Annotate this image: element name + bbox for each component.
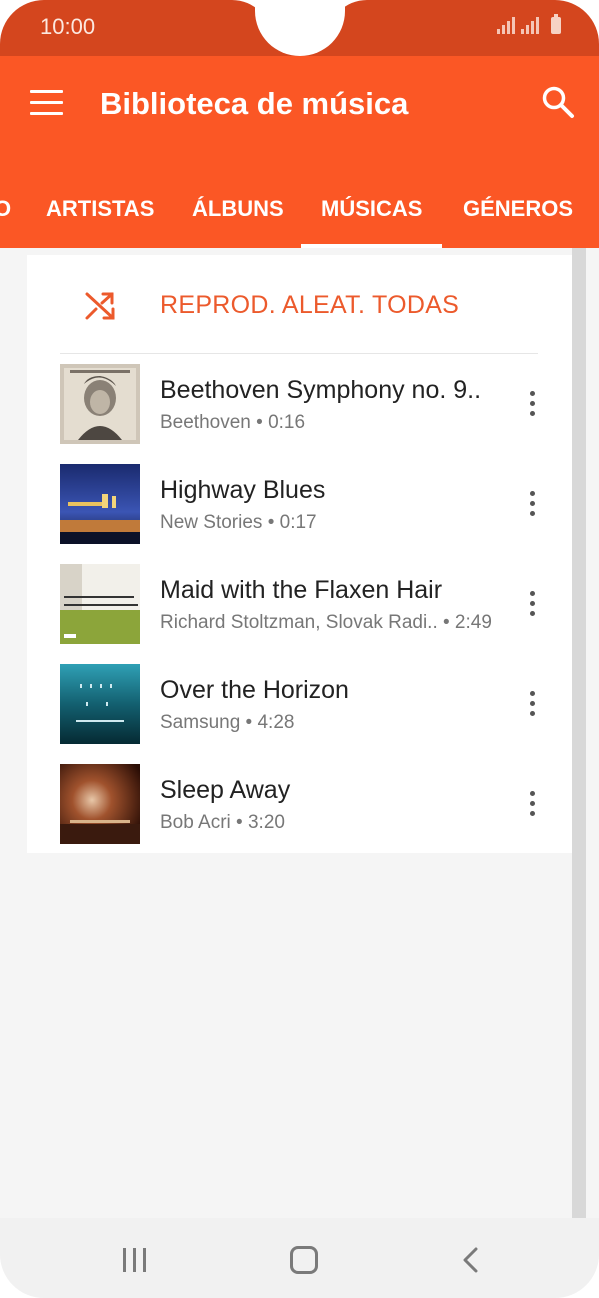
song-title: Maid with the Flaxen Hair	[160, 576, 443, 604]
shuffle-icon	[85, 292, 115, 320]
sleep-away-cover-icon	[60, 764, 140, 844]
song-subtitle: Richard Stoltzman, Slovak Radi.. • 2:49	[160, 612, 492, 633]
song-subtitle: New Stories • 0:17	[160, 512, 317, 533]
navigation-bar	[0, 1218, 599, 1298]
song-row[interactable]: Highway Blues New Stories • 0:17	[27, 454, 572, 554]
song-title: Over the Horizon	[160, 676, 349, 704]
status-time: 10:00	[40, 14, 96, 39]
search-icon[interactable]	[540, 84, 576, 120]
system-icons	[497, 14, 561, 34]
tab-generos[interactable]: GÉNEROS	[463, 196, 573, 222]
status-bar: 10:00	[0, 0, 599, 56]
tab-musicas[interactable]: MÚSICAS	[321, 196, 422, 222]
beethoven-portrait-icon	[60, 364, 140, 444]
song-row[interactable]: Sleep Away Bob Acri • 3:20	[27, 754, 572, 854]
more-options-icon[interactable]	[527, 691, 539, 717]
recent-apps-icon[interactable]	[123, 1248, 149, 1272]
more-options-icon[interactable]	[527, 591, 539, 617]
more-options-icon[interactable]	[527, 491, 539, 517]
song-title: Sleep Away	[160, 776, 291, 804]
more-options-icon[interactable]	[527, 391, 539, 417]
blue-night-cover-icon	[60, 464, 140, 544]
home-icon[interactable]	[290, 1246, 318, 1274]
tab-albuns[interactable]: ÁLBUNS	[192, 196, 284, 222]
shuffle-all-button[interactable]: REPROD. ALEAT. TODAS	[27, 255, 572, 353]
song-list: REPROD. ALEAT. TODAS Beethoven Symphony …	[27, 255, 572, 853]
tab-indicator	[301, 244, 442, 248]
back-icon[interactable]	[460, 1246, 480, 1274]
more-options-icon[interactable]	[527, 791, 539, 817]
song-subtitle: Beethoven • 0:16	[160, 412, 306, 433]
tab-artistas[interactable]: ARTISTAS	[46, 196, 154, 222]
song-subtitle: Bob Acri • 3:20	[160, 812, 285, 833]
song-title: Beethoven Symphony no. 9..	[160, 376, 482, 404]
shuffle-label: REPROD. ALEAT. TODAS	[160, 291, 460, 319]
song-subtitle: Samsung • 4:28	[160, 712, 295, 733]
over-the-horizon-cover-icon	[60, 664, 140, 744]
song-row[interactable]: Beethoven Symphony no. 9.. Beethoven • 0…	[27, 354, 572, 454]
page-title: Biblioteca de música	[100, 86, 409, 121]
scrollbar[interactable]	[572, 248, 586, 1218]
phone-screen: 10:00 Biblioteca de música O ARTISTAS ÁL…	[0, 0, 599, 1298]
battery-icon	[551, 14, 561, 34]
song-title: Highway Blues	[160, 476, 326, 504]
richard-stoltzman-cover-icon	[60, 564, 140, 644]
song-row[interactable]: Maid with the Flaxen Hair Richard Stoltz…	[27, 554, 572, 654]
menu-icon[interactable]	[30, 90, 64, 116]
song-row[interactable]: Over the Horizon Samsung • 4:28	[27, 654, 572, 754]
tab-bar: O ARTISTAS ÁLBUNS MÚSICAS GÉNEROS	[0, 180, 599, 248]
app-bar: Biblioteca de música O ARTISTAS ÁLBUNS M…	[0, 56, 599, 248]
signal-icon	[521, 16, 539, 34]
signal-icon	[497, 16, 515, 34]
tab-partial[interactable]: O	[0, 196, 11, 222]
